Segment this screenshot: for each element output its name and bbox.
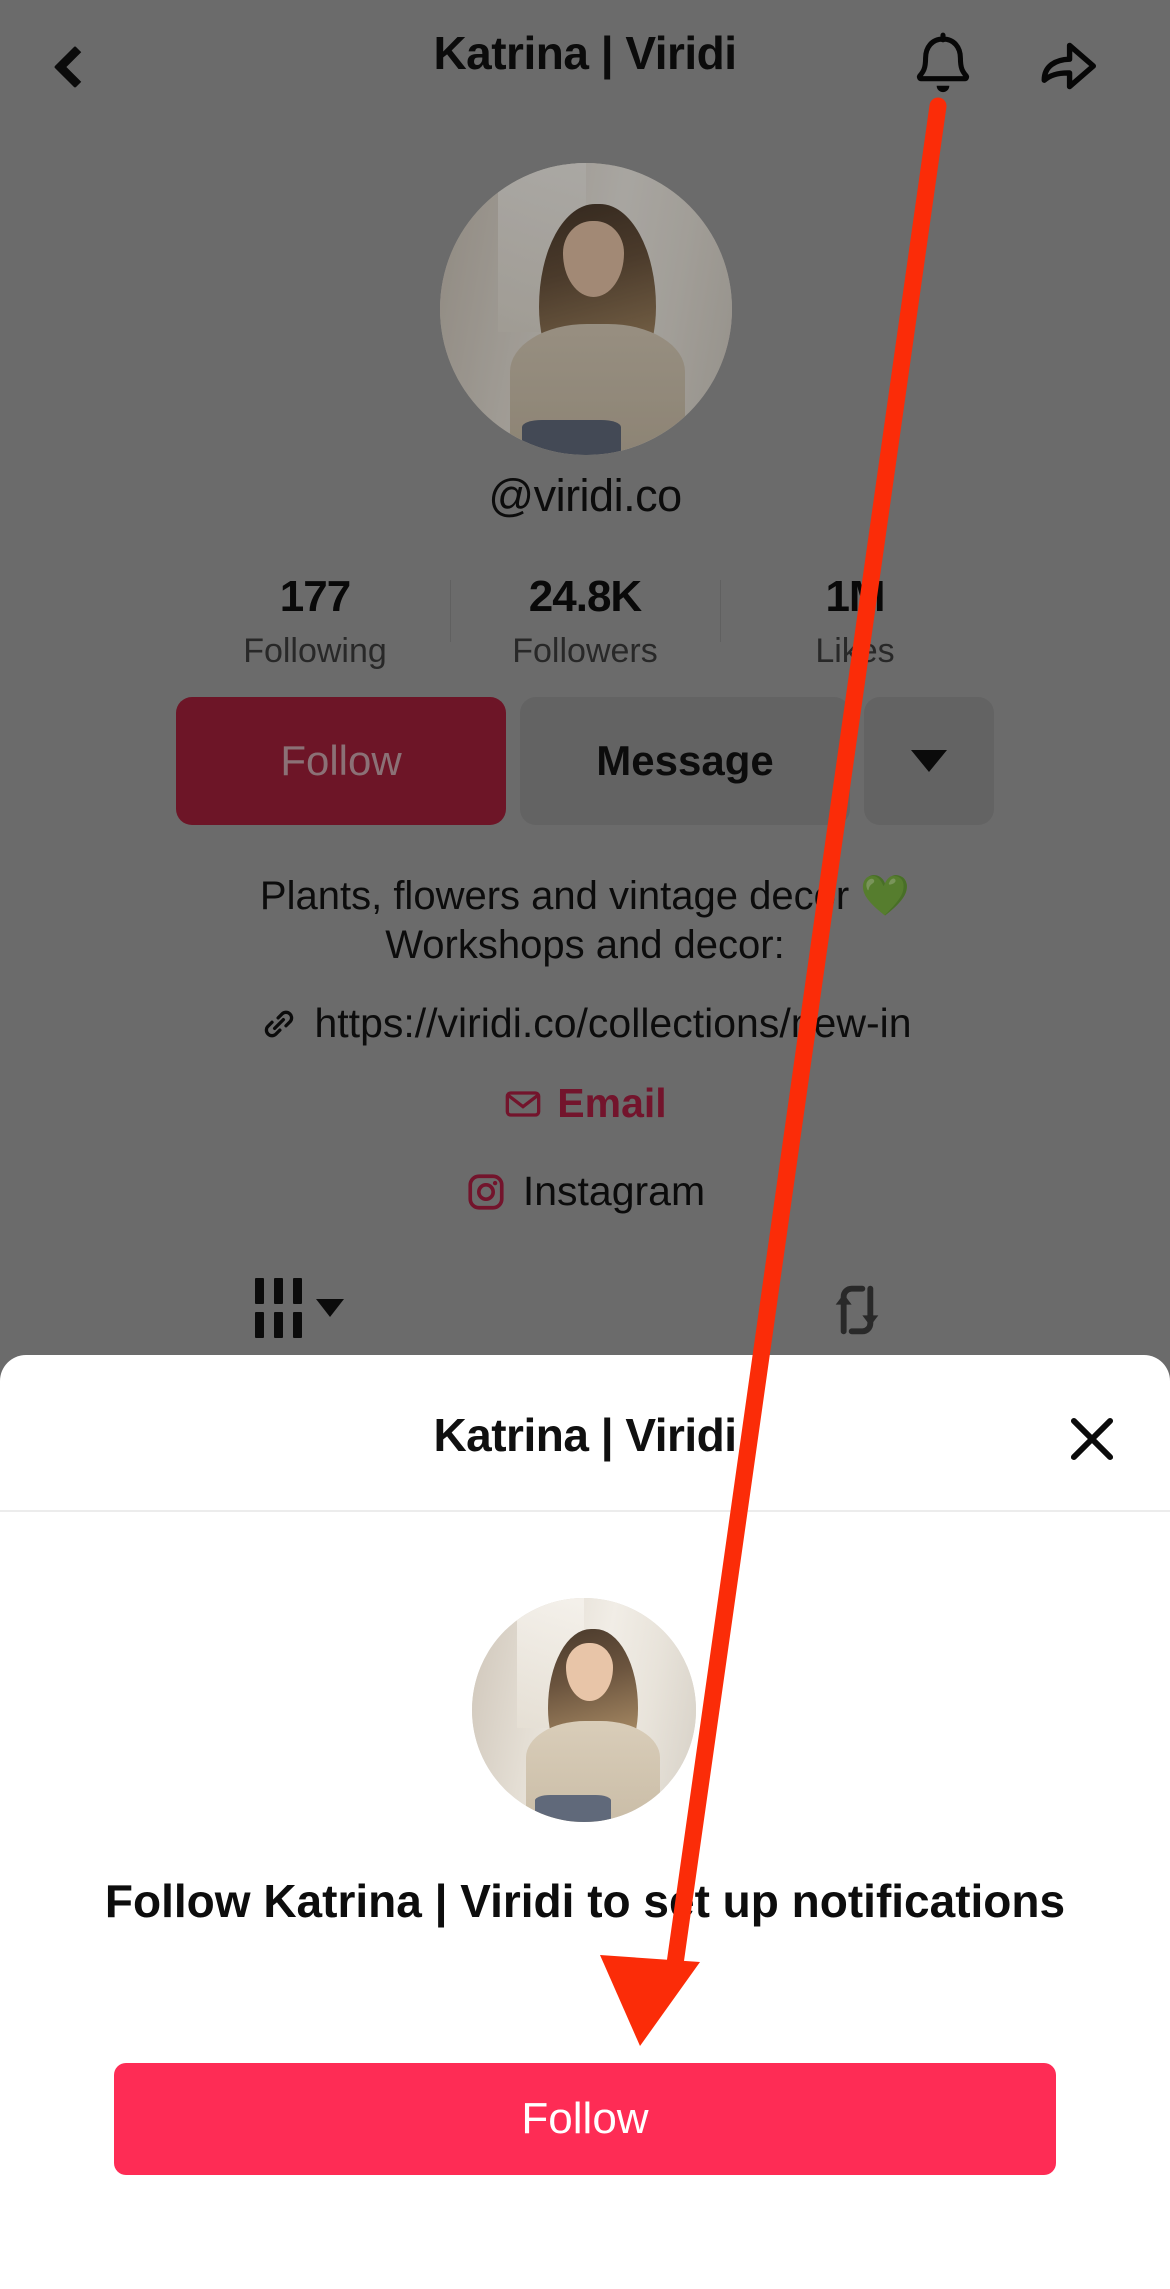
instagram-label: Instagram (522, 1168, 706, 1214)
tab-reposts[interactable] (825, 1278, 889, 1347)
profile-handle: @viridi.co (488, 470, 682, 521)
profile-link[interactable]: https://viridi.co/collections/new-in (0, 1000, 1170, 1047)
stat-value: 1M (825, 572, 885, 621)
bell-icon (916, 32, 970, 93)
email-label: Email (557, 1080, 667, 1126)
top-navigation-bar: Katrina | Viridi (0, 0, 1170, 125)
stat-likes[interactable]: 1M Likes (720, 572, 990, 671)
tab-videos[interactable] (255, 1278, 344, 1338)
share-arrow-icon (1041, 42, 1097, 90)
page-title: Katrina | Viridi (433, 27, 737, 79)
modal-title: Katrina | Viridi (433, 1409, 737, 1461)
instagram-icon (468, 1173, 504, 1210)
grid-icon (255, 1278, 302, 1338)
instagram-link[interactable]: Instagram (0, 1168, 1170, 1215)
profile-link-url: https://viridi.co/collections/new-in (314, 1000, 912, 1046)
modal-header: Katrina | Viridi (0, 1355, 1170, 1512)
profile-tab-bar (0, 1262, 1170, 1352)
caret-down-icon (316, 1299, 344, 1317)
stat-value: 24.8K (528, 572, 642, 621)
email-link[interactable]: Email (0, 1080, 1170, 1127)
bio-line-1: Plants, flowers and vintage decor 💚 (259, 874, 911, 918)
modal-follow-button[interactable]: Follow (114, 2063, 1056, 2175)
share-button[interactable] (1030, 28, 1106, 104)
modal-avatar (472, 1598, 696, 1822)
bio-line-2: Workshops and decor: (385, 922, 785, 967)
avatar[interactable] (440, 163, 732, 455)
envelope-icon (505, 1090, 541, 1117)
close-button[interactable] (1056, 1403, 1128, 1475)
follow-button[interactable]: Follow (176, 697, 506, 825)
more-options-button[interactable] (864, 697, 994, 825)
profile-action-buttons: Follow Message (0, 697, 1170, 825)
stat-followers[interactable]: 24.8K Followers (450, 572, 720, 671)
notifications-bell-button[interactable] (905, 28, 981, 104)
stat-value: 177 (279, 572, 351, 621)
modal-prompt-text: Follow Katrina | Viridi to set up notifi… (104, 1875, 1066, 1927)
profile-stats: 177 Following 24.8K Followers 1M Likes (0, 572, 1170, 671)
stat-following[interactable]: 177 Following (180, 572, 450, 671)
profile-bio: Plants, flowers and vintage decor 💚 Work… (0, 872, 1170, 970)
stat-label: Likes (815, 632, 895, 670)
stat-label: Following (243, 632, 387, 670)
stat-label: Followers (512, 632, 658, 670)
chevron-down-icon (911, 750, 947, 772)
close-icon (1070, 1417, 1114, 1461)
repost-icon (835, 1285, 879, 1335)
message-button[interactable]: Message (520, 697, 850, 825)
link-icon (265, 1010, 294, 1037)
